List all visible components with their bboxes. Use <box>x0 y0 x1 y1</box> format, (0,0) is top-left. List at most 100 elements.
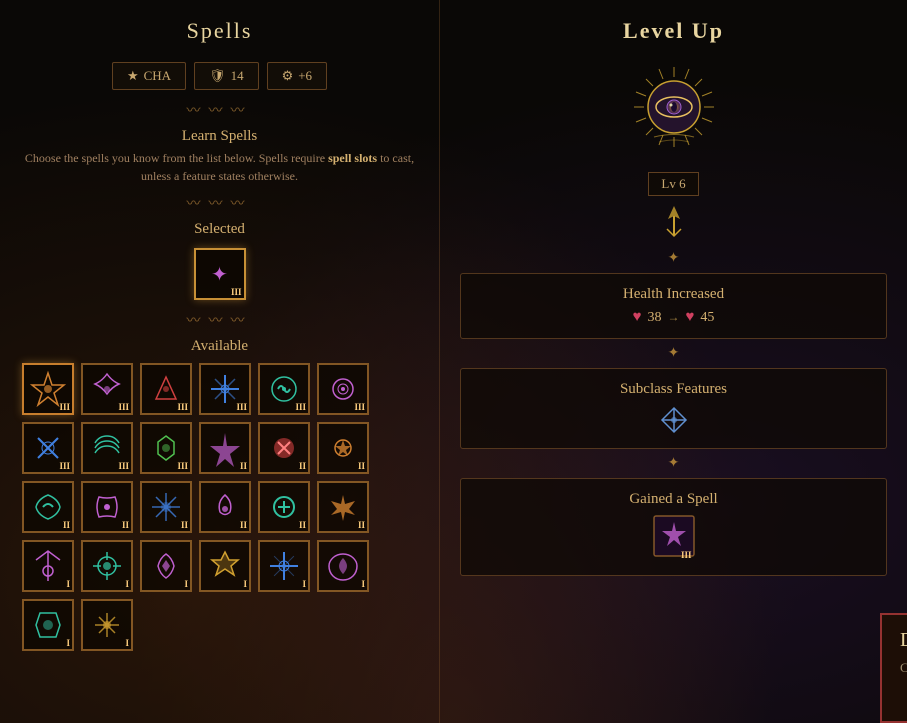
arrow-icon: → <box>668 310 680 325</box>
health-feature-values: ♥ 38 → ♥ 45 <box>477 309 870 326</box>
list-item[interactable]: III <box>22 422 74 474</box>
available-label: Available <box>191 338 248 355</box>
tier-label: II <box>63 520 70 530</box>
gained-spell-tier: III <box>681 550 692 560</box>
tier-label: II <box>240 520 247 530</box>
list-item[interactable]: III <box>140 363 192 415</box>
tier-label: I <box>243 579 247 589</box>
tier-label: III <box>118 402 129 412</box>
list-item[interactable]: I <box>81 540 133 592</box>
tier-label: I <box>184 579 188 589</box>
tier-label: II <box>358 520 365 530</box>
tier-label: II <box>358 461 365 471</box>
tier-label: III <box>354 402 365 412</box>
tier-label: III <box>295 402 306 412</box>
spell-icon-24 <box>323 546 363 586</box>
spell-icon-25 <box>28 605 68 645</box>
spell-icon-19 <box>28 546 68 586</box>
list-item[interactable]: II <box>22 481 74 533</box>
tier-label: III <box>59 461 70 471</box>
divider-2: 〰〰〰 <box>20 193 419 213</box>
emblem-svg <box>614 62 734 167</box>
level-up-title: Level Up <box>460 10 887 52</box>
list-item[interactable]: II <box>199 481 251 533</box>
tier-label: III <box>177 461 188 471</box>
star-div-3: ✦ <box>460 455 887 472</box>
plus-tag[interactable]: ⚙ +6 <box>267 62 328 90</box>
level-badge: Lv 6 <box>648 172 698 196</box>
list-item[interactable]: I <box>258 540 310 592</box>
list-item[interactable]: II <box>81 481 133 533</box>
available-spells-grid: III III III III <box>20 361 419 653</box>
spell-icon-20 <box>87 546 127 586</box>
selected-spell-slot[interactable]: ✦ III <box>194 248 246 300</box>
list-item[interactable]: III <box>258 363 310 415</box>
divider-1: 〰〰〰 <box>20 100 419 120</box>
list-item[interactable]: III <box>81 363 133 415</box>
tier-label: I <box>125 579 129 589</box>
subclass-feature-card[interactable]: Subclass Features <box>460 368 887 449</box>
list-item[interactable]: II <box>317 422 369 474</box>
divider-3: 〰〰〰 <box>20 310 419 330</box>
subclass-feature-icon <box>477 404 870 436</box>
learn-spells-description: Choose the spells you know from the list… <box>20 149 419 185</box>
learn-spells-header: Learn Spells <box>20 128 419 145</box>
class-symbol <box>460 201 887 246</box>
gained-spell-icon-area: III <box>477 514 870 563</box>
tier-label: II <box>240 461 247 471</box>
cha-tag[interactable]: ★ CHA <box>112 62 186 90</box>
tier-label: III <box>118 461 129 471</box>
list-item[interactable]: II <box>258 422 310 474</box>
gained-spell-card[interactable]: Gained a Spell III <box>460 478 887 576</box>
health-feature-title: Health Increased <box>477 286 870 303</box>
slots-tag[interactable]: 🛡 14 <box>194 62 259 90</box>
list-item[interactable]: III <box>199 363 251 415</box>
tier-label: I <box>125 638 129 648</box>
list-item[interactable]: I <box>81 599 133 651</box>
tier-label: III <box>59 402 70 412</box>
tier-label: I <box>302 579 306 589</box>
list-item[interactable]: I <box>22 599 74 651</box>
list-item[interactable]: II <box>317 481 369 533</box>
health-from: 38 <box>648 310 662 326</box>
available-header: Available <box>20 338 419 355</box>
list-item[interactable]: I <box>140 540 192 592</box>
tier-label: III <box>177 402 188 412</box>
cha-label: CHA <box>144 68 171 84</box>
health-feature-card[interactable]: Health Increased ♥ 38 → ♥ 45 <box>460 273 887 339</box>
slots-label: 14 <box>231 68 244 84</box>
tier-label: II <box>181 520 188 530</box>
level-up-panel: Level Up <box>440 0 907 723</box>
list-item[interactable]: III <box>81 422 133 474</box>
selected-section: ✦ III <box>20 246 419 302</box>
tags-row: ★ CHA 🛡 14 ⚙ +6 <box>20 62 419 90</box>
heart-icon-from: ♥ <box>633 309 642 326</box>
tier-label: II <box>299 520 306 530</box>
cha-icon: ★ <box>127 68 139 84</box>
list-item[interactable]: III <box>140 422 192 474</box>
spell-icon-22 <box>205 546 245 586</box>
info-panel-description: Call on your patron to change your fate … <box>900 658 907 679</box>
tier-label: II <box>299 461 306 471</box>
shield-icon: 🛡 <box>209 68 226 84</box>
subclass-feature-title: Subclass Features <box>477 381 870 398</box>
list-item[interactable]: III <box>22 363 74 415</box>
list-item[interactable]: I <box>317 540 369 592</box>
list-item[interactable]: I <box>199 540 251 592</box>
tier-label: I <box>66 638 70 648</box>
list-item[interactable]: II <box>199 422 251 474</box>
spell-icon-21 <box>146 546 186 586</box>
tier-label: I <box>66 579 70 589</box>
tier-label: I <box>361 579 365 589</box>
spells-panel: Spells ★ CHA 🛡 14 ⚙ +6 〰〰〰 Learn Spells … <box>0 0 440 723</box>
selected-header: Selected <box>20 221 419 238</box>
star-div-2: ✦ <box>460 345 887 362</box>
list-item[interactable]: III <box>317 363 369 415</box>
list-item[interactable]: I <box>22 540 74 592</box>
eye-emblem-icon <box>614 62 734 162</box>
tier-label: II <box>122 520 129 530</box>
list-item[interactable]: II <box>258 481 310 533</box>
star-div-1: ✦ <box>460 250 887 267</box>
list-item[interactable]: II <box>140 481 192 533</box>
gear-icon: ⚙ <box>282 68 294 84</box>
